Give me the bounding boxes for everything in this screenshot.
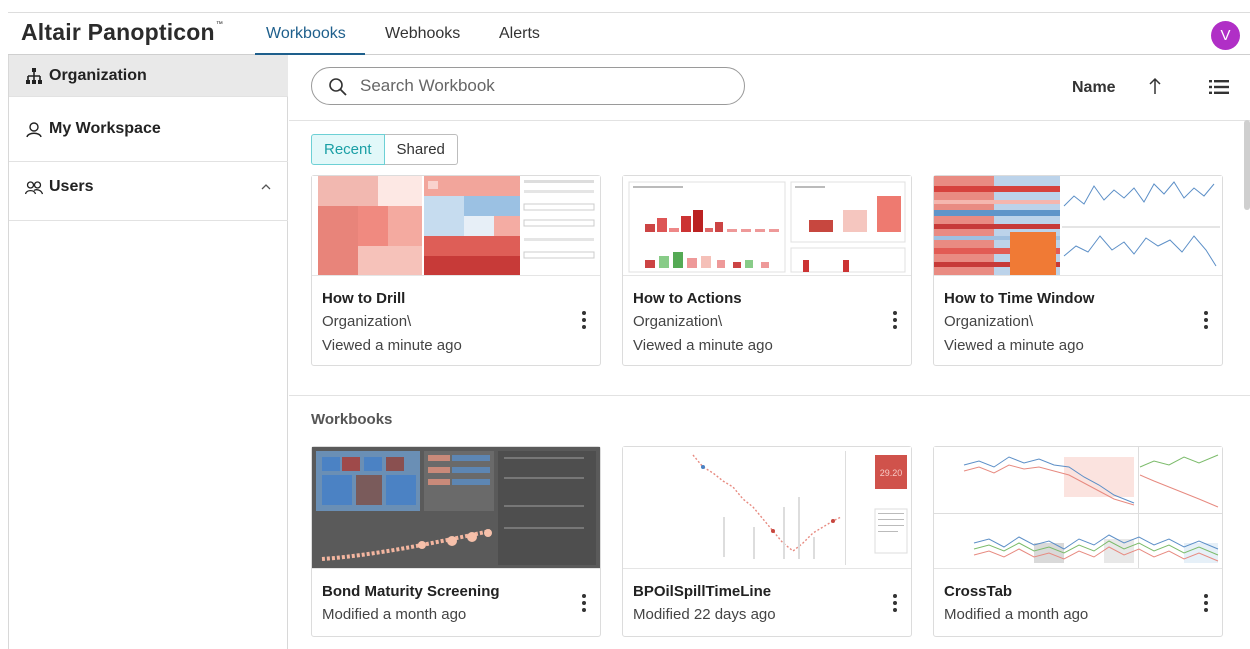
list-view-icon[interactable] xyxy=(1209,79,1229,95)
workbook-status: Viewed a minute ago xyxy=(944,337,1084,354)
workbook-path: Organization\ xyxy=(633,313,723,330)
workbook-thumbnail xyxy=(934,447,1222,569)
workbook-card[interactable]: How to Actions Organization\ Viewed a mi… xyxy=(622,175,912,366)
sidebar-item-label: My Workspace xyxy=(49,120,161,137)
search-input[interactable] xyxy=(360,74,730,98)
org-tree-icon xyxy=(26,68,42,84)
tab-workbooks[interactable]: Workbooks xyxy=(266,25,346,43)
workbook-thumbnail: 29.20 xyxy=(623,447,911,569)
tab-webhooks[interactable]: Webhooks xyxy=(385,25,460,43)
users-icon xyxy=(25,181,43,195)
user-avatar[interactable]: V xyxy=(1211,21,1240,50)
filter-toggle-group: Recent Shared xyxy=(311,134,458,165)
sort-ascending-icon[interactable] xyxy=(1148,77,1162,95)
workbook-title: How to Drill xyxy=(322,290,406,307)
sidebar-item-my-workspace[interactable]: My Workspace xyxy=(9,108,288,162)
workbook-path: Organization\ xyxy=(944,313,1034,330)
sort-field-label[interactable]: Name xyxy=(1072,79,1116,97)
workbook-status: Modified a month ago xyxy=(322,606,467,623)
workbook-thumbnail xyxy=(312,176,600,276)
workbook-status: Viewed a minute ago xyxy=(633,337,773,354)
workbook-title: Bond Maturity Screening xyxy=(322,583,500,600)
workbook-status: Viewed a minute ago xyxy=(322,337,462,354)
more-vert-icon[interactable] xyxy=(891,310,899,330)
filter-shared-button[interactable]: Shared xyxy=(384,134,458,165)
brand-name: Altair Panopticon xyxy=(21,19,215,45)
workbook-status: Modified a month ago xyxy=(944,606,1089,623)
more-vert-icon[interactable] xyxy=(891,593,899,613)
workbook-card[interactable]: How to Drill Organization\ Viewed a minu… xyxy=(311,175,601,366)
sidebar-item-users[interactable]: Users xyxy=(9,162,288,221)
workbook-path: Organization\ xyxy=(322,313,412,330)
workbook-title: BPOilSpillTimeLine xyxy=(633,583,772,600)
sidebar-item-organization[interactable]: Organization xyxy=(9,55,288,97)
section-title-workbooks: Workbooks xyxy=(311,411,393,428)
more-vert-icon[interactable] xyxy=(580,310,588,330)
sidebar-item-label: Users xyxy=(49,178,94,195)
tab-alerts[interactable]: Alerts xyxy=(499,25,540,43)
filter-recent-button[interactable]: Recent xyxy=(311,134,385,165)
workbook-card[interactable]: CrossTab Modified a month ago xyxy=(933,446,1223,637)
price-badge: 29.20 xyxy=(880,468,903,478)
scrollbar-thumb[interactable] xyxy=(1244,120,1250,210)
header-divider xyxy=(289,120,1250,121)
app-logo: Altair Panopticon™ xyxy=(21,19,223,46)
workbook-card[interactable]: 29.20 BPOilSpillTimeLine Modified 22 day… xyxy=(622,446,912,637)
sidebar: Organization My Workspace Users xyxy=(8,55,288,649)
more-vert-icon[interactable] xyxy=(1202,593,1210,613)
top-navigation-bar: Altair Panopticon™ Workbooks Webhooks Al… xyxy=(8,12,1250,55)
trademark-symbol: ™ xyxy=(215,21,224,28)
sidebar-item-label: Organization xyxy=(49,67,147,84)
main-content: Name Recent Shared xyxy=(289,55,1250,649)
workbook-card[interactable]: How to Time Window Organization\ Viewed … xyxy=(933,175,1223,366)
more-vert-icon[interactable] xyxy=(1202,310,1210,330)
user-icon xyxy=(26,122,42,138)
chevron-up-icon[interactable] xyxy=(260,181,272,193)
workbook-title: How to Time Window xyxy=(944,290,1095,307)
workbook-thumbnail xyxy=(312,447,600,569)
workbook-status: Modified 22 days ago xyxy=(633,606,776,623)
search-icon xyxy=(329,78,347,96)
workbook-title: CrossTab xyxy=(944,583,1013,600)
workbook-card[interactable]: Bond Maturity Screening Modified a month… xyxy=(311,446,601,637)
search-bar[interactable] xyxy=(311,67,745,105)
workbook-thumbnail xyxy=(623,176,911,276)
workbook-title: How to Actions xyxy=(633,290,742,307)
section-divider xyxy=(289,395,1250,396)
more-vert-icon[interactable] xyxy=(580,593,588,613)
workbook-thumbnail xyxy=(934,176,1222,276)
